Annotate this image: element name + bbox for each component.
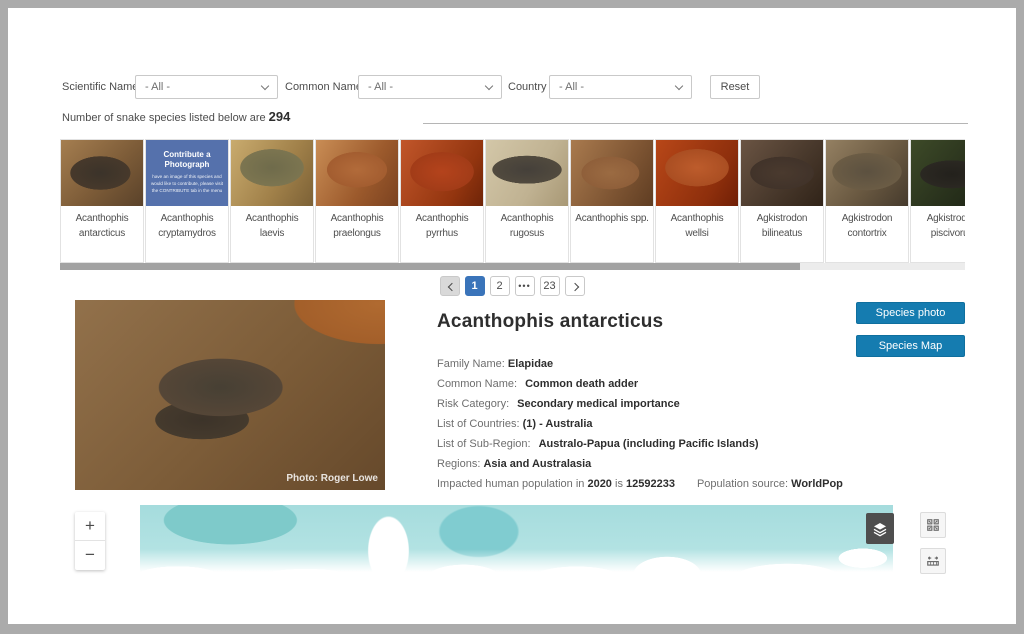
species-card[interactable]: Acanthophis praelongus xyxy=(315,139,399,263)
species-title: Acanthophis antarcticus xyxy=(437,311,663,333)
species-thumbnail xyxy=(61,140,143,206)
species-photo: Photo: Roger Lowe xyxy=(75,300,385,490)
reset-button[interactable]: Reset xyxy=(710,75,760,99)
species-map-button[interactable]: Species Map xyxy=(856,335,965,357)
carousel-scrollbar-thumb[interactable] xyxy=(60,263,800,270)
scale-bar-icon xyxy=(926,554,940,568)
pagination-next-button[interactable] xyxy=(565,276,585,296)
chevron-down-icon xyxy=(675,82,683,90)
map-scale-button[interactable] xyxy=(920,548,946,574)
field-risk-category: Risk Category:Secondary medical importan… xyxy=(437,397,857,412)
pagination-page-23[interactable]: 23 xyxy=(540,276,560,296)
map-fullscreen-button[interactable] xyxy=(920,512,946,538)
chevron-right-icon xyxy=(570,282,578,290)
species-card-label: Agkistrodon piscivorus xyxy=(911,206,965,241)
common-name-label: Common Name xyxy=(285,81,362,93)
photo-credit: Photo: Roger Lowe xyxy=(286,473,378,484)
map-zoom-control: + − xyxy=(75,512,105,570)
selected-value: - All - xyxy=(145,81,170,93)
divider-line xyxy=(423,123,968,124)
species-thumbnail xyxy=(316,140,398,206)
pagination-page-1[interactable]: 1 xyxy=(465,276,485,296)
field-common-name: Common Name:Common death adder xyxy=(437,377,857,392)
fullscreen-grid-icon xyxy=(926,518,940,532)
species-count-line: Number of snake species listed below are… xyxy=(62,109,290,124)
pagination-ellipsis[interactable]: ••• xyxy=(515,276,535,296)
species-map[interactable] xyxy=(140,505,893,581)
map-layers-button[interactable] xyxy=(866,513,894,544)
selected-value: - All - xyxy=(368,81,393,93)
contribute-title: Contribute a Photograph xyxy=(149,150,225,171)
species-thumbnail xyxy=(486,140,568,206)
field-subregion: List of Sub-Region:Australo-Papua (inclu… xyxy=(437,437,857,452)
species-card[interactable]: Acanthophis pyrrhus xyxy=(400,139,484,263)
zoom-in-button[interactable]: + xyxy=(75,512,105,541)
species-thumbnail xyxy=(826,140,908,206)
pagination-page-2[interactable]: 2 xyxy=(490,276,510,296)
species-card-contribute[interactable]: Contribute a Photograph have an image of… xyxy=(145,139,229,263)
species-thumbnail xyxy=(231,140,313,206)
country-label: Country xyxy=(508,81,547,93)
contribute-photo-placeholder: Contribute a Photograph have an image of… xyxy=(146,140,228,206)
species-thumbnail xyxy=(401,140,483,206)
species-thumbnail xyxy=(656,140,738,206)
chevron-left-icon xyxy=(447,282,455,290)
selected-value: - All - xyxy=(559,81,584,93)
pagination-prev-button[interactable] xyxy=(440,276,460,296)
species-carousel: Acanthophis antarcticus Contribute a Pho… xyxy=(60,139,965,263)
species-card-label: Acanthophis laevis xyxy=(231,206,313,241)
field-countries: List of Countries: (1) - Australia xyxy=(437,417,857,432)
species-thumbnail xyxy=(911,140,965,206)
carousel-scrollbar-track[interactable] xyxy=(60,263,965,270)
species-details: Family Name: Elapidae Common Name:Common… xyxy=(437,357,857,497)
species-card[interactable]: Acanthophis spp. xyxy=(570,139,654,263)
field-regions: Regions: Asia and Australasia xyxy=(437,457,857,472)
species-card-label: Acanthophis wellsi xyxy=(656,206,738,241)
species-card-label: Acanthophis pyrrhus xyxy=(401,206,483,241)
species-card[interactable]: Acanthophis rugosus xyxy=(485,139,569,263)
country-select[interactable]: - All - xyxy=(549,75,692,99)
species-card[interactable]: Acanthophis antarcticus xyxy=(60,139,144,263)
species-thumbnail xyxy=(741,140,823,206)
scientific-name-select[interactable]: - All - xyxy=(135,75,278,99)
zoom-out-button[interactable]: − xyxy=(75,541,105,570)
common-name-select[interactable]: - All - xyxy=(358,75,502,99)
species-card[interactable]: Acanthophis wellsi xyxy=(655,139,739,263)
species-card-label: Agkistrodon bilineatus xyxy=(741,206,823,241)
species-card[interactable]: Agkistrodon contortrix xyxy=(825,139,909,263)
species-card-label: Acanthophis cryptamydros xyxy=(146,206,228,241)
field-family: Family Name: Elapidae xyxy=(437,357,857,372)
layers-icon xyxy=(872,521,888,537)
page: Scientific Name - All - Common Name - Al… xyxy=(8,8,1016,624)
species-card[interactable]: Acanthophis laevis xyxy=(230,139,314,263)
chevron-down-icon xyxy=(485,82,493,90)
pagination: 1 2 ••• 23 xyxy=(8,276,1016,296)
scientific-name-label: Scientific Name xyxy=(62,81,138,93)
species-count-value: 294 xyxy=(269,109,291,124)
species-card[interactable]: Agkistrodon piscivorus xyxy=(910,139,965,263)
species-card-label: Acanthophis spp. xyxy=(571,206,653,227)
species-card-label: Acanthophis rugosus xyxy=(486,206,568,241)
species-photo-button[interactable]: Species photo xyxy=(856,302,965,324)
species-card-label: Acanthophis praelongus xyxy=(316,206,398,241)
species-card[interactable]: Agkistrodon bilineatus xyxy=(740,139,824,263)
species-thumbnail xyxy=(571,140,653,206)
field-impacted-population: Impacted human population in 2020 is 125… xyxy=(437,477,857,492)
species-card-label: Agkistrodon contortrix xyxy=(826,206,908,241)
contribute-body: have an image of this species and would … xyxy=(149,174,225,195)
chevron-down-icon xyxy=(261,82,269,90)
species-card-label: Acanthophis antarcticus xyxy=(61,206,143,241)
